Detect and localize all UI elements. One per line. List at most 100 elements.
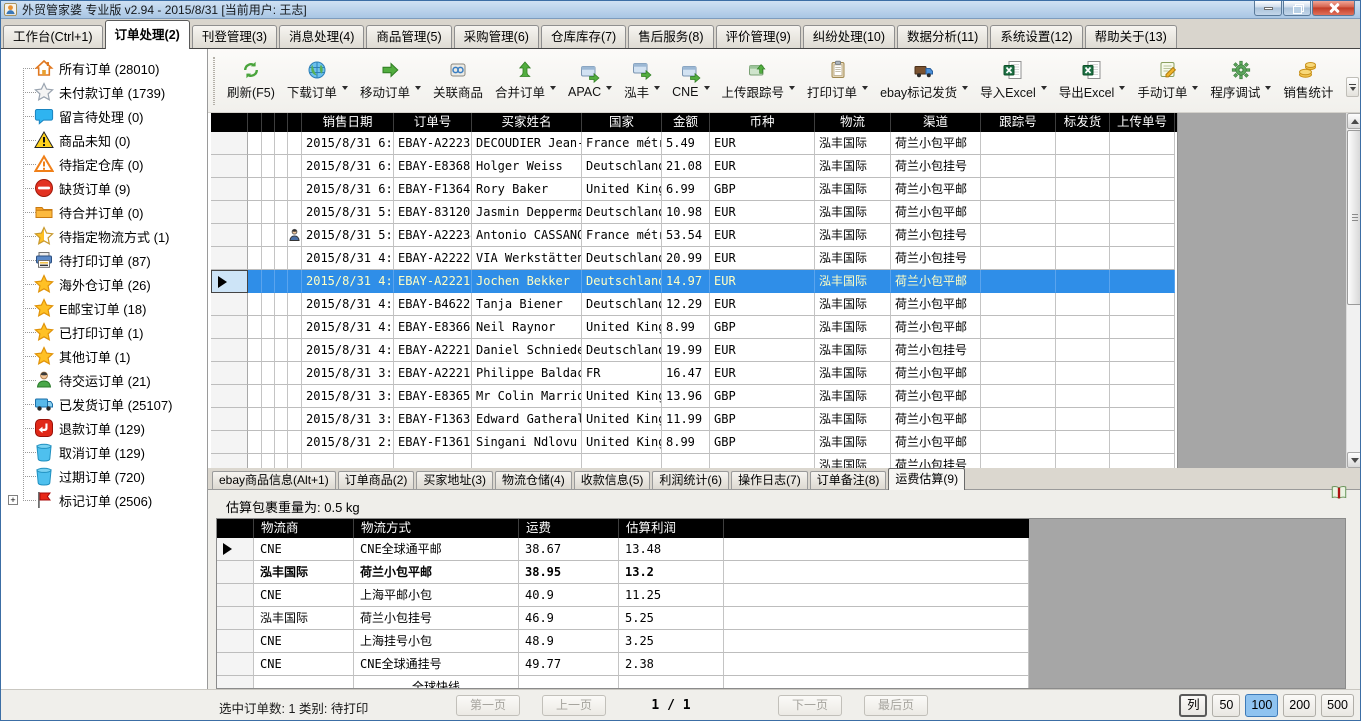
table-row[interactable]: 2015/8/31 6:37EBAY-A22236DECOUDIER Jean-… <box>211 132 1177 155</box>
detail-tab[interactable]: 操作日志(7) <box>731 471 808 489</box>
chevron-down-icon[interactable] <box>1041 86 1047 90</box>
nav-tab[interactable]: 售后服务(8) <box>628 25 713 48</box>
nav-tab[interactable]: 订单处理(2) <box>105 20 190 49</box>
table-row[interactable]: 2015/8/31 4:46EBAY-A22219Jochen BekkerDe… <box>211 270 1177 293</box>
column-header[interactable]: 物流方式 <box>354 519 519 538</box>
column-header[interactable]: 运费 <box>519 519 619 538</box>
minimize-button[interactable] <box>1254 1 1282 16</box>
last-page-button[interactable]: 最后页 <box>864 695 928 716</box>
freight-row[interactable]: CNECNE全球通挂号49.772.38 <box>217 653 1029 676</box>
row-header-cell[interactable] <box>217 561 254 584</box>
chevron-down-icon[interactable] <box>606 86 612 90</box>
detail-tab[interactable]: 买家地址(3) <box>416 471 493 489</box>
toolbar-button[interactable]: 泓丰 <box>619 58 665 103</box>
toolbar-grip[interactable] <box>213 57 215 105</box>
freight-row[interactable]: CNE上海挂号小包48.93.25 <box>217 630 1029 653</box>
row-header-cell[interactable] <box>211 385 248 408</box>
detail-tab[interactable]: 物流仓储(4) <box>495 471 572 489</box>
page-size-button[interactable]: 50 <box>1212 694 1240 717</box>
nav-tab[interactable]: 帮助关于(13) <box>1085 25 1177 48</box>
column-header[interactable]: 买家姓名 <box>472 113 582 132</box>
detail-tab[interactable]: 订单备注(8) <box>810 471 887 489</box>
row-header-cell[interactable] <box>217 653 254 676</box>
row-header-cell[interactable] <box>217 607 254 630</box>
table-row[interactable]: 2015/8/31 5:59EBAY-83120...Jasmin Depper… <box>211 201 1177 224</box>
table-row[interactable]: 2015/8/31 6:28EBAY-E8368Holger WeissDeut… <box>211 155 1177 178</box>
sidebar-item[interactable]: E邮宝订单 (18) <box>1 296 207 320</box>
row-header-cell[interactable] <box>211 454 248 468</box>
sidebar-item[interactable]: 待指定仓库 (0) <box>1 152 207 176</box>
row-header-cell[interactable] <box>211 408 248 431</box>
page-size-button[interactable]: 100 <box>1245 694 1278 717</box>
table-row[interactable]: 2015/8/31 5:47EBAY-A22234Antonio CASSANO… <box>211 224 1177 247</box>
nav-tab[interactable]: 消息处理(4) <box>279 25 364 48</box>
sidebar-item[interactable]: 取消订单 (129) <box>1 440 207 464</box>
table-row[interactable]: 2015/8/31 3:30EBAY-E8365Mr Colin Marriot… <box>211 385 1177 408</box>
toolbar-button[interactable]: 下载订单 <box>282 58 353 103</box>
freight-row[interactable]: CNECNE全球通平邮38.6713.48 <box>217 538 1029 561</box>
table-row[interactable]: 2015/8/31 3:53EBAY-A22217Philippe Baldac… <box>211 362 1177 385</box>
restore-button[interactable] <box>1283 1 1311 16</box>
row-header-cell[interactable] <box>217 538 254 561</box>
sidebar-item[interactable]: 海外仓订单 (26) <box>1 272 207 296</box>
nav-tab[interactable]: 数据分析(11) <box>897 25 988 48</box>
freight-row[interactable]: 全球快线 <box>217 676 1029 689</box>
freight-row[interactable]: 泓丰国际荷兰小包挂号46.95.25 <box>217 607 1029 630</box>
nav-tab[interactable]: 工作台(Ctrl+1) <box>3 25 103 48</box>
chevron-down-icon[interactable] <box>704 86 710 90</box>
column-header[interactable]: 币种 <box>710 113 815 132</box>
nav-tab[interactable]: 评价管理(9) <box>716 25 801 48</box>
close-button[interactable] <box>1312 1 1355 16</box>
table-row[interactable]: 2015/8/31 2:55EBAY-F1361Singani NdlovuUn… <box>211 431 1177 454</box>
detail-tab[interactable]: 利润统计(6) <box>652 471 729 489</box>
column-header[interactable]: 标发货 <box>1056 113 1110 132</box>
row-header-cell[interactable] <box>217 676 254 689</box>
sidebar-item[interactable]: +标记订单 (2506) <box>1 488 207 512</box>
column-header[interactable]: 订单号 <box>394 113 472 132</box>
column-header[interactable]: 物流 <box>815 113 891 132</box>
row-header-cell[interactable] <box>211 201 248 224</box>
first-page-button[interactable]: 第一页 <box>456 695 520 716</box>
sidebar-item[interactable]: 待合并订单 (0) <box>1 200 207 224</box>
toolbar-button[interactable]: APAC <box>563 61 617 101</box>
chevron-down-icon[interactable] <box>1192 86 1198 90</box>
tree-expander[interactable]: + <box>8 495 18 505</box>
toolbar-overflow-button[interactable] <box>1346 77 1359 97</box>
row-header-cell[interactable] <box>211 155 248 178</box>
toolbar-button[interactable]: 合并订单 <box>490 58 561 103</box>
sidebar-item[interactable]: 待打印订单 (87) <box>1 248 207 272</box>
toolbar-button[interactable]: 程序调试 <box>1205 58 1276 103</box>
table-row[interactable]: 2015/8/31 4:16EBAY-B4622Tanja BienerDeut… <box>211 293 1177 316</box>
column-header[interactable]: 估算利润 <box>619 519 724 538</box>
sidebar-item[interactable]: 其他订单 (1) <box>1 344 207 368</box>
row-header-cell[interactable] <box>211 132 248 155</box>
column-header[interactable]: 销售日期 <box>302 113 394 132</box>
column-header[interactable]: 国家 <box>582 113 662 132</box>
sidebar-item[interactable]: 缺货订单 (9) <box>1 176 207 200</box>
row-header-cell[interactable] <box>217 584 254 607</box>
detail-tab[interactable]: 订单商品(2) <box>338 471 415 489</box>
freight-row[interactable]: CNE上海平邮小包40.911.25 <box>217 584 1029 607</box>
detail-tab[interactable]: 运费估算(9) <box>888 468 965 490</box>
page-size-button[interactable]: 500 <box>1321 694 1354 717</box>
toolbar-button[interactable]: 上传跟踪号 <box>717 58 801 103</box>
detail-tab[interactable]: ebay商品信息(Alt+1) <box>212 471 336 489</box>
toolbar-button[interactable]: ebay标记发货 <box>875 58 973 103</box>
toolbar-button[interactable]: CNE <box>667 61 714 101</box>
freight-row[interactable]: 泓丰国际荷兰小包平邮38.9513.2 <box>217 561 1029 584</box>
toolbar-button[interactable]: 移动订单 <box>355 58 426 103</box>
chevron-down-icon[interactable] <box>1119 86 1125 90</box>
sidebar-item[interactable]: 待交运订单 (21) <box>1 368 207 392</box>
row-header-cell[interactable] <box>211 316 248 339</box>
chevron-down-icon[interactable] <box>1265 86 1271 90</box>
row-header-cell[interactable] <box>211 339 248 362</box>
toolbar-button[interactable]: 打印订单 <box>802 58 873 103</box>
row-header-cell[interactable] <box>211 224 248 247</box>
chevron-down-icon[interactable] <box>962 86 968 90</box>
table-row[interactable]: 泓丰国际荷兰小包挂号 <box>211 454 1177 468</box>
toolbar-button[interactable]: 导入Excel <box>975 58 1052 103</box>
row-header-cell[interactable] <box>217 630 254 653</box>
scrollbar-up-button[interactable] <box>1347 113 1361 129</box>
toolbar-button[interactable]: 导出Excel <box>1054 58 1131 103</box>
nav-tab[interactable]: 系统设置(12) <box>990 25 1082 48</box>
